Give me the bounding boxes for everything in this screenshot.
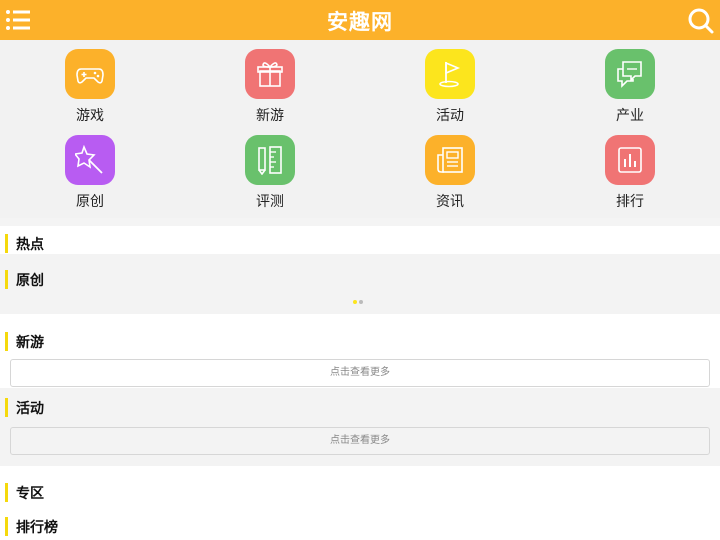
- carousel-dot-active[interactable]: [353, 300, 357, 304]
- section-marker: [5, 517, 8, 536]
- section-marker: [5, 483, 8, 502]
- section-header-ranking: 排行榜: [0, 509, 720, 540]
- category-label: 原创: [76, 194, 104, 210]
- bar-chart-icon: [605, 135, 655, 185]
- section-header-new-games: 新游: [0, 324, 720, 358]
- carousel-dot[interactable]: [359, 300, 363, 304]
- carousel-dots[interactable]: [353, 300, 367, 306]
- category-label: 排行: [616, 194, 644, 210]
- section-header-zone: 专区: [0, 475, 720, 509]
- category-label: 活动: [436, 108, 464, 124]
- bottom-section: 专区 排行榜: [0, 466, 720, 540]
- category-original[interactable]: 原创: [0, 126, 180, 212]
- app-title: 安趣网: [327, 10, 393, 34]
- section-header-original: 原创: [0, 262, 720, 296]
- category-label: 资讯: [436, 194, 464, 210]
- search-icon[interactable]: [687, 7, 715, 35]
- section-marker: [5, 398, 8, 417]
- magic-wand-icon: [65, 135, 115, 185]
- section-marker: [5, 270, 8, 289]
- app-header: 安趣网: [0, 0, 720, 40]
- category-games[interactable]: 游戏: [0, 40, 180, 126]
- activity-section: 活动 点击查看更多: [0, 388, 720, 466]
- section-title: 专区: [16, 486, 44, 502]
- category-activity[interactable]: 活动: [360, 40, 540, 126]
- section-title: 原创: [16, 273, 44, 289]
- section-marker: [5, 332, 8, 351]
- category-industry[interactable]: 产业: [540, 40, 720, 126]
- view-more-button[interactable]: 点击查看更多: [10, 359, 710, 387]
- section-title: 排行榜: [16, 520, 58, 536]
- flag-icon: [425, 49, 475, 99]
- category-label: 产业: [616, 108, 644, 124]
- category-review[interactable]: 评测: [180, 126, 360, 212]
- section-header-activity: 活动: [0, 390, 720, 424]
- category-label: 游戏: [76, 108, 104, 124]
- gamepad-icon: [65, 49, 115, 99]
- category-grid: 游戏 新游 活动 产业 原创 评测 资讯 排行: [0, 40, 720, 218]
- gift-icon: [245, 49, 295, 99]
- section-title: 新游: [16, 335, 44, 351]
- chat-bubbles-icon: [605, 49, 655, 99]
- section-title: 活动: [16, 401, 44, 417]
- new-games-section: 新游 点击查看更多: [0, 314, 720, 388]
- hot-section: 热点: [0, 226, 720, 254]
- newspaper-icon: [425, 135, 475, 185]
- category-new-games[interactable]: 新游: [180, 40, 360, 126]
- ruler-pencil-icon: [245, 135, 295, 185]
- view-more-button[interactable]: 点击查看更多: [10, 427, 710, 455]
- category-label: 新游: [256, 108, 284, 124]
- category-news[interactable]: 资讯: [360, 126, 540, 212]
- category-label: 评测: [256, 194, 284, 210]
- section-marker: [5, 234, 8, 253]
- section-title: 热点: [16, 237, 44, 253]
- category-ranking[interactable]: 排行: [540, 126, 720, 212]
